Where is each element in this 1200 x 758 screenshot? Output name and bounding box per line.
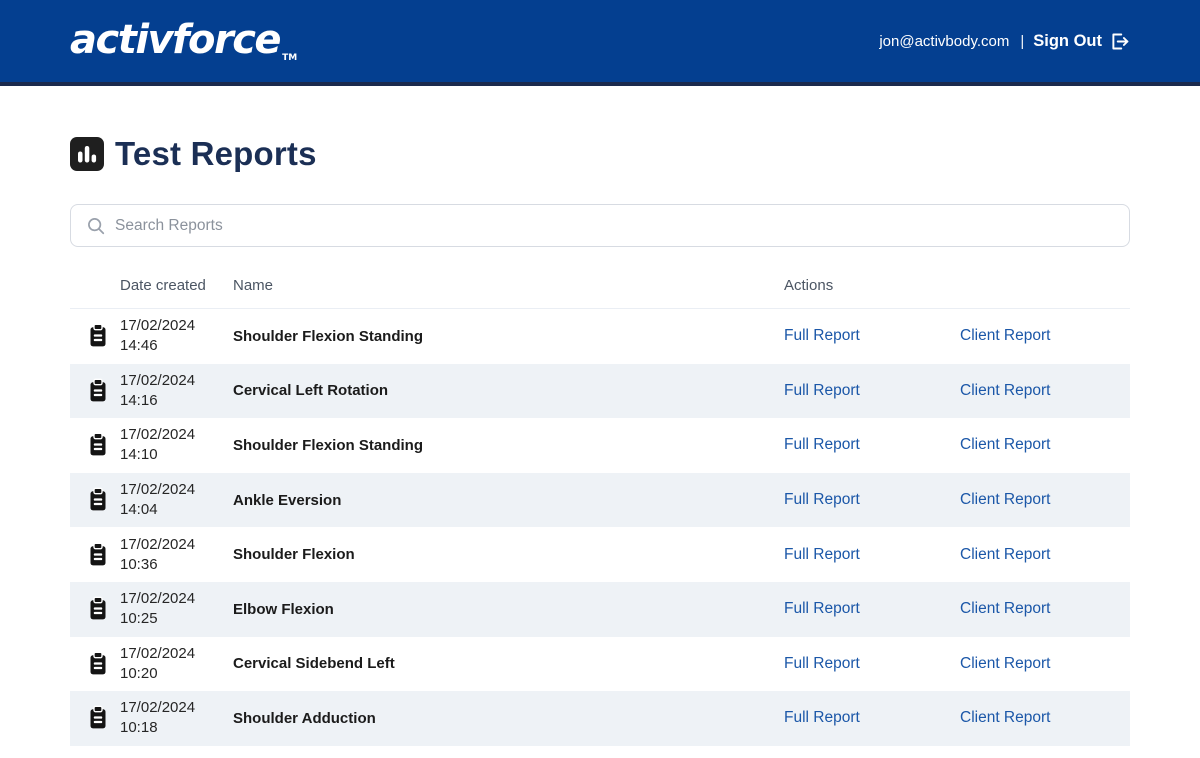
column-header-date: Date created (120, 277, 206, 294)
page-title: Test Reports (115, 135, 317, 172)
trademark-mark: TM (282, 52, 298, 63)
app-header: activforce TM jon@activbody.com | Sign O… (0, 0, 1200, 86)
header-separator: | (1020, 32, 1025, 50)
clipboard-icon (88, 378, 108, 404)
clipboard-icon (88, 432, 108, 458)
report-name: Cervical Left Rotation (233, 382, 389, 400)
client-report-link[interactable]: Client Report (960, 491, 1050, 508)
report-time: 14:10 (120, 446, 158, 464)
report-name: Shoulder Flexion Standing (233, 327, 424, 345)
full-report-link[interactable]: Full Report (784, 327, 860, 344)
report-name: Elbow Flexion (233, 600, 334, 618)
bar-chart-icon (70, 137, 104, 171)
report-time: 10:36 (120, 555, 158, 573)
user-email: jon@activbody.com (879, 32, 1010, 50)
report-name: Cervical Sidebend Left (233, 655, 395, 673)
report-date: 17/02/2024 (120, 481, 196, 499)
client-report-link[interactable]: Client Report (960, 655, 1050, 672)
clipboard-icon (88, 323, 108, 349)
table-row: 17/02/2024 10:25 Elbow Flexion Full Repo… (70, 581, 1130, 637)
report-time: 10:18 (120, 719, 158, 737)
full-report-link[interactable]: Full Report (784, 709, 860, 726)
sign-out-icon (1109, 31, 1130, 52)
app-logo[interactable]: activforce TM (70, 20, 297, 63)
column-header-name: Name (233, 277, 274, 294)
clipboard-icon (88, 542, 108, 568)
search-icon (86, 216, 106, 236)
table-row: 17/02/2024 14:16 Cervical Left Rotation … (70, 363, 1130, 419)
table-row: 17/02/2024 10:18 Shoulder Adduction Full… (70, 691, 1130, 746)
table-row: 17/02/2024 10:36 Shoulder Flexion Full R… (70, 527, 1130, 582)
report-time: 14:04 (120, 501, 158, 519)
sign-out-link[interactable]: Sign Out (1033, 31, 1130, 52)
client-report-link[interactable]: Client Report (960, 600, 1050, 617)
full-report-link[interactable]: Full Report (784, 382, 860, 399)
clipboard-icon (88, 596, 108, 622)
report-time: 10:25 (120, 610, 158, 628)
clipboard-icon (88, 487, 108, 513)
report-date: 17/02/2024 (120, 590, 196, 608)
report-name: Shoulder Flexion Standing (233, 436, 424, 454)
header-user-area: jon@activbody.com | Sign Out (879, 31, 1130, 52)
table-row: 17/02/2024 14:04 Ankle Eversion Full Rep… (70, 472, 1130, 528)
report-date: 17/02/2024 (120, 699, 196, 717)
report-time: 10:20 (120, 664, 158, 682)
report-date: 17/02/2024 (120, 371, 196, 389)
full-report-link[interactable]: Full Report (784, 655, 860, 672)
clipboard-icon (88, 651, 108, 677)
report-time: 14:16 (120, 391, 158, 409)
table-header-row: Date created Name Actions (70, 263, 1130, 309)
sign-out-label: Sign Out (1033, 31, 1102, 50)
report-date: 17/02/2024 (120, 317, 196, 335)
reports-table: Date created Name Actions 17/02/2024 14:… (70, 263, 1130, 746)
logo-text: activforce (70, 16, 282, 63)
table-row: 17/02/2024 10:20 Cervical Sidebend Left … (70, 636, 1130, 692)
report-name: Ankle Eversion (233, 491, 342, 509)
client-report-link[interactable]: Client Report (960, 327, 1050, 344)
report-name: Shoulder Flexion (233, 546, 355, 564)
full-report-link[interactable]: Full Report (784, 546, 860, 563)
report-time: 14:46 (120, 337, 158, 355)
table-body: 17/02/2024 14:46 Shoulder Flexion Standi… (70, 309, 1130, 746)
table-row: 17/02/2024 14:46 Shoulder Flexion Standi… (70, 309, 1130, 364)
full-report-link[interactable]: Full Report (784, 436, 860, 453)
table-row: 17/02/2024 14:10 Shoulder Flexion Standi… (70, 418, 1130, 473)
report-date: 17/02/2024 (120, 535, 196, 553)
search-box (70, 204, 1130, 247)
report-date: 17/02/2024 (120, 426, 196, 444)
full-report-link[interactable]: Full Report (784, 600, 860, 617)
column-header-actions: Actions (784, 277, 834, 294)
report-name: Shoulder Adduction (233, 709, 376, 727)
main-content: Test Reports Date created Name Actions (0, 135, 1200, 746)
client-report-link[interactable]: Client Report (960, 546, 1050, 563)
search-input[interactable] (115, 216, 1114, 235)
client-report-link[interactable]: Client Report (960, 709, 1050, 726)
client-report-link[interactable]: Client Report (960, 436, 1050, 453)
report-date: 17/02/2024 (120, 644, 196, 662)
clipboard-icon (88, 705, 108, 731)
full-report-link[interactable]: Full Report (784, 491, 860, 508)
client-report-link[interactable]: Client Report (960, 382, 1050, 399)
page-title-row: Test Reports (70, 135, 1130, 173)
